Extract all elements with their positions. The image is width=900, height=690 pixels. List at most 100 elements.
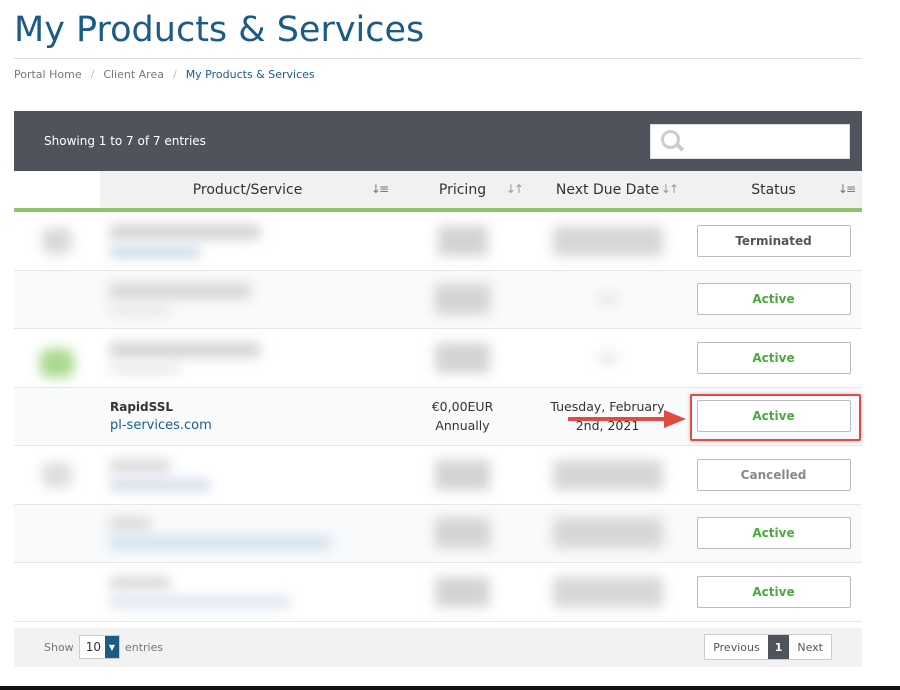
pricing-cell	[395, 329, 530, 387]
product-icon-cell	[14, 329, 100, 387]
page-button-current[interactable]: 1	[767, 635, 790, 659]
price-amount: €0,00EUR	[431, 399, 494, 415]
due-cell	[530, 563, 685, 621]
blurred-icon	[40, 348, 74, 377]
search-input[interactable]	[650, 123, 850, 159]
status-badge[interactable]: Terminated	[696, 224, 851, 257]
product-icon-cell	[14, 271, 100, 329]
blurred-text	[597, 294, 618, 305]
due-cell	[530, 271, 685, 329]
blurred-text	[110, 364, 180, 373]
blurred-icon	[42, 461, 72, 488]
product-domain-link[interactable]: pl-services.com	[110, 418, 212, 433]
pricing-cell	[395, 271, 530, 329]
blurred-text	[110, 342, 260, 357]
table-row[interactable]: Terminated	[14, 212, 862, 271]
table-row[interactable]: Cancelled	[14, 446, 862, 505]
product-name: RapidSSL	[110, 399, 174, 414]
search-icon	[661, 130, 683, 152]
entries-select[interactable]: 10 ▼	[78, 635, 120, 659]
arrow-annotation-icon	[568, 410, 686, 428]
sort-desc-icon: ↓≡	[370, 182, 389, 196]
blurred-text	[552, 459, 663, 490]
header-label: Status	[751, 181, 796, 198]
pricing-cell: €0,00EUR Annually	[395, 388, 530, 446]
blurred-text	[110, 596, 290, 607]
blurred-text	[110, 479, 210, 490]
blurred-text	[435, 459, 490, 490]
blurred-text	[552, 225, 663, 256]
sort-icon: ↓↑	[660, 182, 679, 196]
status-badge[interactable]: Active	[696, 283, 851, 316]
due-cell	[530, 505, 685, 563]
table-row[interactable]: Active	[14, 504, 862, 563]
breadcrumb-separator: /	[90, 68, 95, 81]
breadcrumb-separator: /	[172, 68, 177, 81]
blurred-text	[110, 576, 170, 589]
breadcrumb-client-area[interactable]: Client Area	[103, 68, 164, 81]
next-page-button[interactable]: Next	[789, 635, 831, 659]
blurred-text	[110, 306, 170, 315]
blurred-text	[110, 459, 170, 472]
table-row[interactable]: Active	[14, 270, 862, 329]
blurred-text	[435, 284, 490, 315]
status-badge[interactable]: Active	[696, 341, 851, 374]
breadcrumb-portal-home[interactable]: Portal Home	[14, 68, 82, 81]
header-label: Next Due Date	[555, 181, 660, 198]
status-cell: Active	[685, 271, 862, 329]
pricing-cell	[395, 446, 530, 504]
table-header: Product/Service ↓≡ Pricing ↓↑ Next Due D…	[14, 171, 862, 212]
previous-page-button[interactable]: Previous	[705, 635, 768, 659]
status-cell: Active	[685, 329, 862, 387]
breadcrumb-current: My Products & Services	[185, 68, 315, 81]
chevron-down-icon: ▼	[104, 636, 119, 658]
show-label: Show	[44, 640, 74, 654]
blurred-text	[110, 518, 150, 531]
status-cell: Active	[685, 505, 862, 563]
billing-cycle: Annually	[435, 418, 490, 434]
header-icon-column	[14, 171, 100, 208]
blurred-text	[110, 246, 200, 257]
blurred-text	[597, 352, 618, 363]
pagination: Previous 1 Next	[704, 634, 832, 660]
header-next-due-date[interactable]: Next Due Date ↓↑	[530, 171, 685, 208]
entries-select-value: 10	[85, 640, 101, 654]
status-badge[interactable]: Cancelled	[696, 458, 851, 491]
status-cell: Active	[685, 563, 862, 621]
header-pricing[interactable]: Pricing ↓↑	[395, 171, 530, 208]
blurred-icon	[42, 227, 72, 254]
header-product-service[interactable]: Product/Service ↓≡	[100, 171, 395, 208]
blurred-text	[435, 342, 490, 373]
highlight-box	[690, 394, 861, 441]
blurred-text	[437, 225, 488, 256]
product-cell	[100, 563, 395, 621]
table-toolbar: Showing 1 to 7 of 7 entries	[14, 111, 862, 171]
status-badge[interactable]: Active	[696, 575, 851, 608]
header-status[interactable]: Status ↓≡	[685, 171, 862, 208]
blurred-text	[552, 518, 663, 549]
sort-icon: ↓↑	[505, 182, 524, 196]
table-row[interactable]: Active	[14, 563, 862, 622]
product-icon-cell	[14, 563, 100, 621]
blurred-text	[110, 538, 330, 549]
product-cell: RapidSSL pl-services.com	[100, 388, 395, 446]
product-icon-cell	[14, 388, 100, 446]
entries-info: Showing 1 to 7 of 7 entries	[44, 134, 206, 148]
status-badge[interactable]: Active	[696, 517, 851, 550]
blurred-text	[435, 576, 490, 607]
header-label: Product/Service	[192, 181, 303, 198]
bottom-divider	[0, 686, 900, 690]
table-footer: Show 10 ▼ entries Previous 1 Next	[14, 627, 862, 667]
due-cell	[530, 329, 685, 387]
status-cell: Cancelled	[685, 446, 862, 504]
table-row[interactable]: Active	[14, 329, 862, 388]
status-cell: Terminated	[685, 212, 862, 270]
product-cell	[100, 446, 395, 504]
product-cell	[100, 329, 395, 387]
product-icon-cell	[14, 446, 100, 504]
breadcrumb: Portal Home / Client Area / My Products …	[14, 68, 315, 81]
blurred-text	[110, 284, 250, 299]
page-title: My Products & Services	[14, 10, 425, 50]
pricing-cell	[395, 212, 530, 270]
title-divider	[14, 58, 862, 59]
